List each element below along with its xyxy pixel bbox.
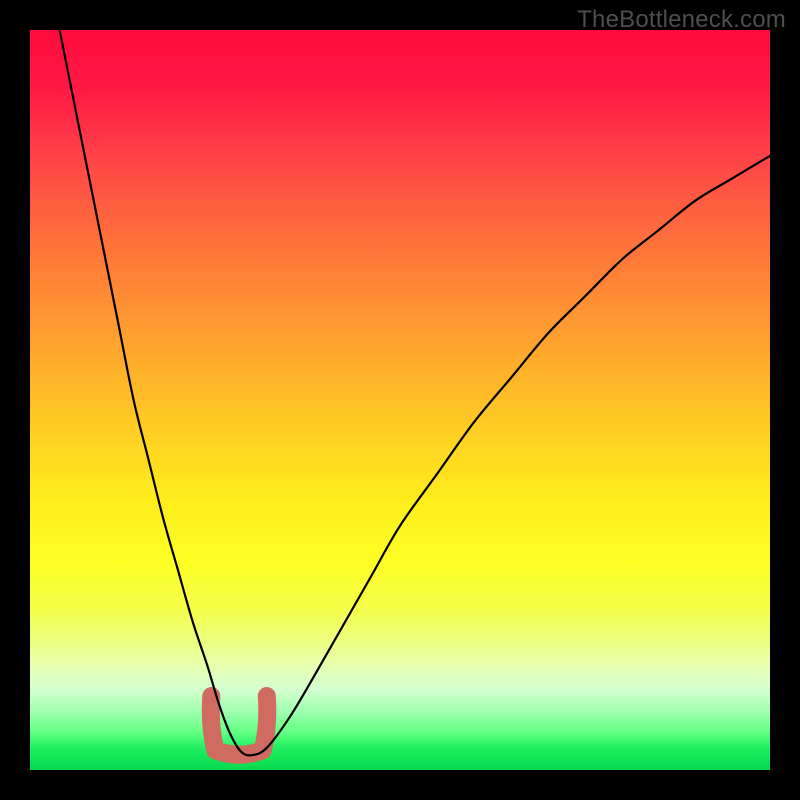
bottleneck-curve	[60, 30, 770, 755]
chart-frame: TheBottleneck.com	[0, 0, 800, 800]
plot-area	[30, 30, 770, 770]
curve-layer	[30, 30, 770, 770]
